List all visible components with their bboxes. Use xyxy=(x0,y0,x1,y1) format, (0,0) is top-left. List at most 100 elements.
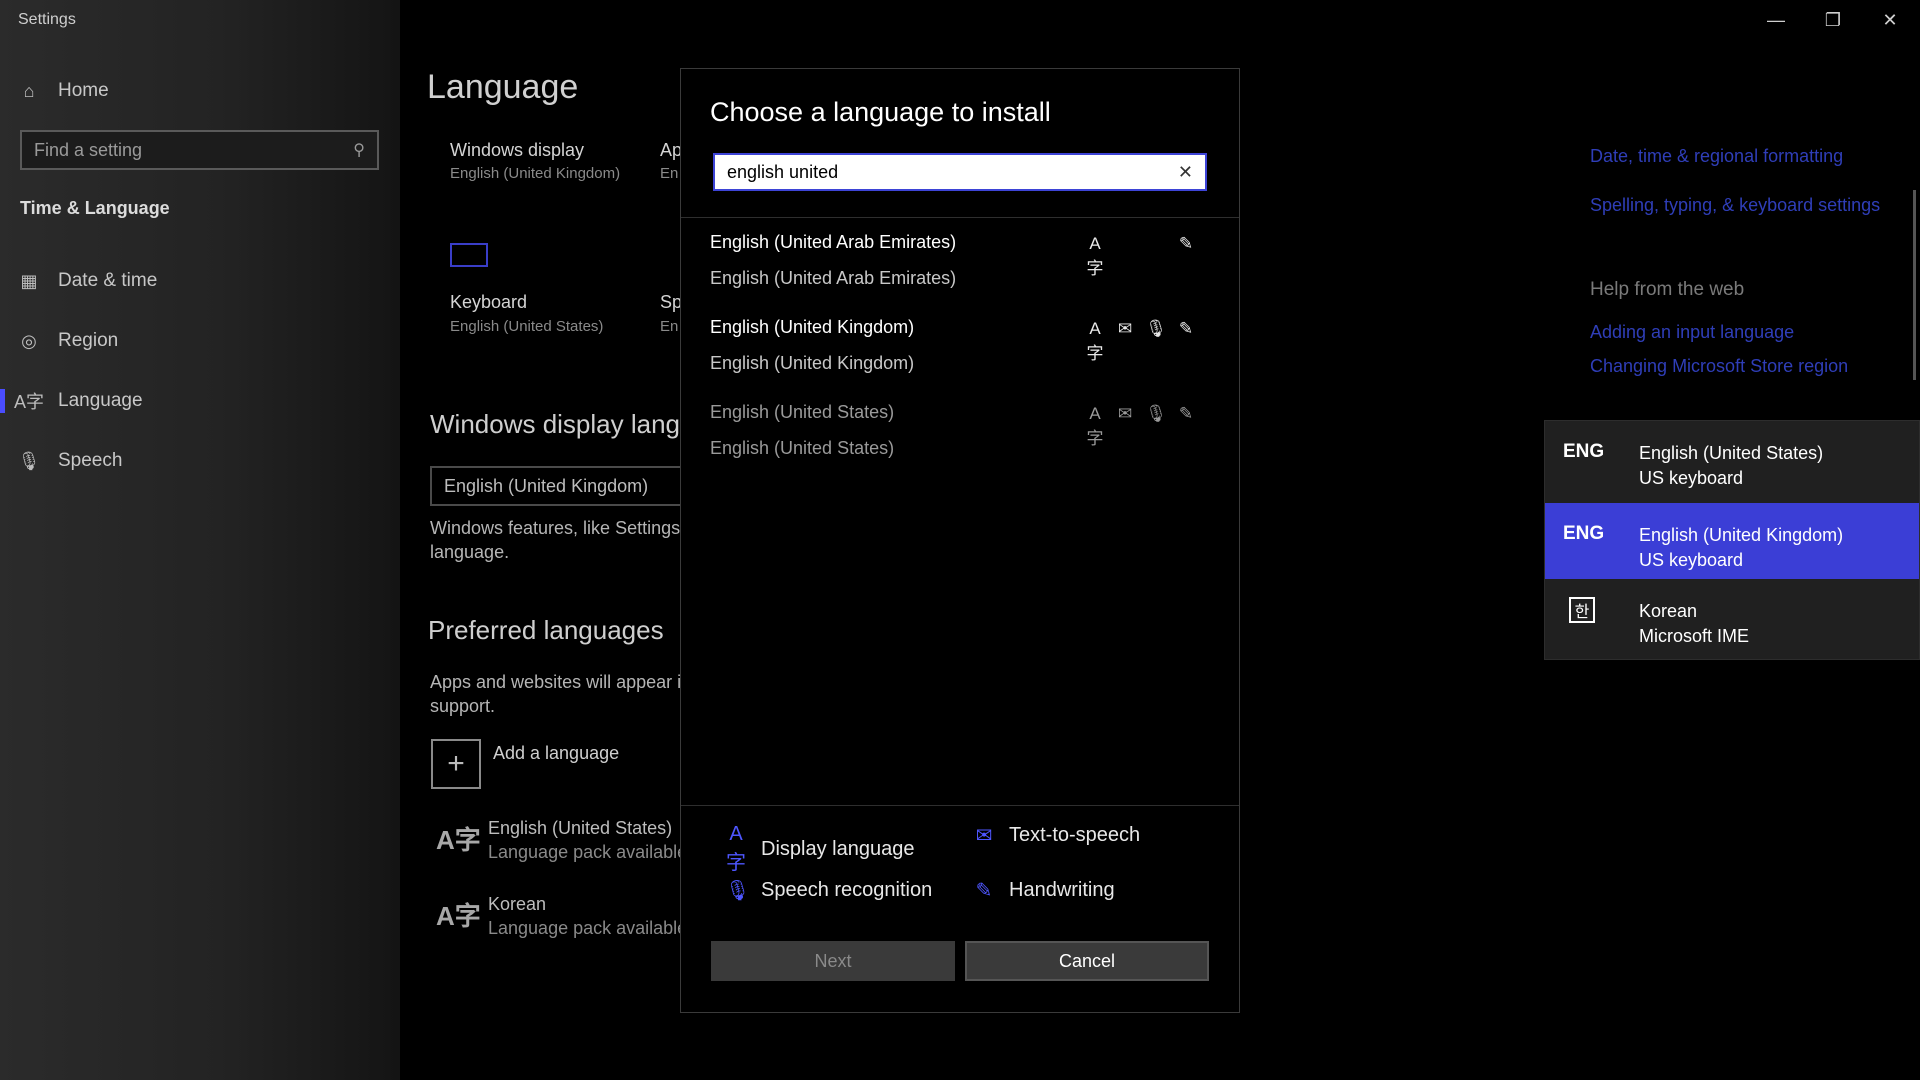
link-regional-formatting[interactable]: Date, time & regional formatting xyxy=(1590,146,1843,167)
input-method-item[interactable]: 한 Korean Microsoft IME xyxy=(1545,579,1919,655)
display-language-icon: A字 xyxy=(1086,319,1104,363)
korean-ime-icon: 한 xyxy=(1569,597,1595,623)
legend-label: Handwriting xyxy=(1009,879,1115,901)
legend-display-language: A字 Display language xyxy=(725,823,914,875)
language-search-input[interactable] xyxy=(727,161,1178,183)
preferred-desc-line1: Apps and websites will appear in xyxy=(430,672,692,692)
input-code: ENG xyxy=(1563,523,1605,544)
language-result[interactable]: English (United States) English (United … xyxy=(681,402,1239,488)
language-result[interactable]: English (United Arab Emirates) English (… xyxy=(681,232,1239,318)
legend-speech-recognition: 🎙 Speech recognition xyxy=(725,878,932,903)
result-name: English (United Kingdom) xyxy=(710,317,915,337)
sidebar-item-label: Region xyxy=(58,330,119,351)
legend-label: Text-to-speech xyxy=(1009,824,1141,846)
sidebar-item-label: Language xyxy=(58,390,143,411)
microphone-icon: 🎙 xyxy=(17,450,41,471)
tile-windows-display-sub: English (United Kingdom) xyxy=(450,165,621,182)
text-to-speech-icon: ✉ xyxy=(1117,404,1133,423)
cancel-button[interactable]: Cancel xyxy=(965,941,1209,981)
display-language-heading: Windows display langu xyxy=(430,409,695,439)
display-language-icon: A字 xyxy=(1086,404,1104,448)
close-icon[interactable]: ✕ xyxy=(1862,0,1918,40)
speech-recognition-icon: 🎙 xyxy=(1145,404,1167,423)
scrollbar[interactable] xyxy=(1913,190,1916,380)
app-title: Settings xyxy=(18,11,76,28)
sidebar-item-speech[interactable]: 🎙 Speech xyxy=(0,436,400,486)
search-input[interactable] xyxy=(34,139,354,161)
tile-windows-display[interactable]: Windows display xyxy=(450,140,584,161)
tile-keyboard[interactable]: Keyboard xyxy=(450,292,527,313)
legend-text-to-speech: ✉ Text-to-speech xyxy=(973,823,1141,848)
home-icon: ⌂ xyxy=(23,80,35,101)
minimize-icon[interactable]: — xyxy=(1748,0,1804,40)
sidebar-item-label: Date & time xyxy=(58,270,158,291)
display-language-dropdown[interactable]: English (United Kingdom) xyxy=(430,466,690,506)
tile-speech[interactable]: Sp xyxy=(660,292,682,313)
calendar-clock-icon: ▦ xyxy=(20,270,38,291)
input-method-item[interactable]: ENG English (United Kingdom) US keyboard xyxy=(1545,503,1919,579)
pref-language-status: Language pack available xyxy=(488,842,688,862)
divider xyxy=(681,805,1239,806)
handwriting-icon: ✎ xyxy=(975,880,993,902)
result-name: English (United States) xyxy=(710,402,895,422)
legend-handwriting: ✎ Handwriting xyxy=(973,878,1115,903)
input-language: English (United States) xyxy=(1639,443,1824,463)
input-language: English (United Kingdom) xyxy=(1639,525,1844,545)
language-search[interactable]: ✕ xyxy=(713,153,1207,191)
link-spelling-typing[interactable]: Spelling, typing, & keyboard settings xyxy=(1590,195,1880,216)
pref-language-status: Language pack available xyxy=(488,918,688,938)
tile-speech-sub: En xyxy=(660,318,679,335)
input-keyboard: Microsoft IME xyxy=(1639,626,1750,646)
language-result[interactable]: English (United Kingdom) English (United… xyxy=(681,317,1239,403)
input-code: ENG xyxy=(1563,441,1605,462)
input-language: Korean xyxy=(1639,601,1698,621)
find-setting-search[interactable]: ⚲ xyxy=(20,130,379,170)
sidebar-item-date-time[interactable]: ▦ Date & time xyxy=(0,256,400,306)
sidebar-item-region[interactable]: ◎ Region xyxy=(0,316,400,366)
sidebar-item-language[interactable]: A字 Language xyxy=(0,376,400,426)
sidebar-item-home[interactable]: ⌂ Home xyxy=(0,66,400,116)
result-name: English (United Arab Emirates) xyxy=(710,232,957,252)
input-switcher-flyout: ENG English (United States) US keyboard … xyxy=(1544,420,1920,660)
dropdown-value: English (United Kingdom) xyxy=(444,475,649,496)
language-pack-icon: A字 xyxy=(436,825,481,855)
tile-apps[interactable]: Ap xyxy=(660,140,682,161)
speech-recognition-icon: 🎙 xyxy=(1145,319,1167,338)
pref-language-name[interactable]: English (United States) xyxy=(488,816,672,840)
keyboard-icon xyxy=(450,243,488,267)
speech-recognition-icon: 🎙 xyxy=(725,880,751,902)
link-adding-input-language[interactable]: Adding an input language xyxy=(1590,322,1794,343)
section-heading: Time & Language xyxy=(20,198,170,218)
input-method-item[interactable]: ENG English (United States) US keyboard xyxy=(1545,421,1919,497)
result-native-name: English (United States) xyxy=(710,438,895,458)
sidebar: Settings ⌂ Home ⚲ Time & Language ▦ Date… xyxy=(0,0,400,1080)
preferred-languages-heading: Preferred languages xyxy=(428,615,664,645)
divider xyxy=(681,217,1239,218)
pref-language-name[interactable]: Korean xyxy=(488,892,546,916)
choose-language-dialog: Choose a language to install ✕ English (… xyxy=(680,68,1240,1013)
language-pack-icon: A字 xyxy=(436,901,481,931)
restore-icon[interactable]: ❐ xyxy=(1805,0,1861,40)
tile-keyboard-sub: English (United States) xyxy=(450,318,604,335)
globe-icon: ◎ xyxy=(21,330,37,351)
result-native-name: English (United Kingdom) xyxy=(710,353,915,373)
tile-apps-sub: En xyxy=(660,165,679,182)
handwriting-icon: ✎ xyxy=(1178,404,1194,423)
next-button[interactable]: Next xyxy=(711,941,955,981)
add-language-button[interactable]: + xyxy=(431,739,481,789)
input-keyboard: US keyboard xyxy=(1639,468,1744,488)
input-keyboard: US keyboard xyxy=(1639,550,1744,570)
link-microsoft-store-region[interactable]: Changing Microsoft Store region xyxy=(1590,356,1848,377)
help-heading: Help from the web xyxy=(1590,279,1745,300)
sidebar-item-label: Speech xyxy=(58,450,123,471)
text-to-speech-icon: ✉ xyxy=(1117,319,1133,338)
search-icon: ⚲ xyxy=(353,142,365,159)
display-language-icon: A字 xyxy=(726,823,746,874)
plus-icon: + xyxy=(447,747,465,780)
clear-icon[interactable]: ✕ xyxy=(1178,162,1193,183)
display-desc-line1: Windows features, like Settings a xyxy=(430,518,696,538)
add-language-label[interactable]: Add a language xyxy=(493,741,619,765)
display-language-icon: A字 xyxy=(1086,234,1104,278)
language-icon: A字 xyxy=(13,392,44,412)
handwriting-icon: ✎ xyxy=(1178,234,1194,253)
